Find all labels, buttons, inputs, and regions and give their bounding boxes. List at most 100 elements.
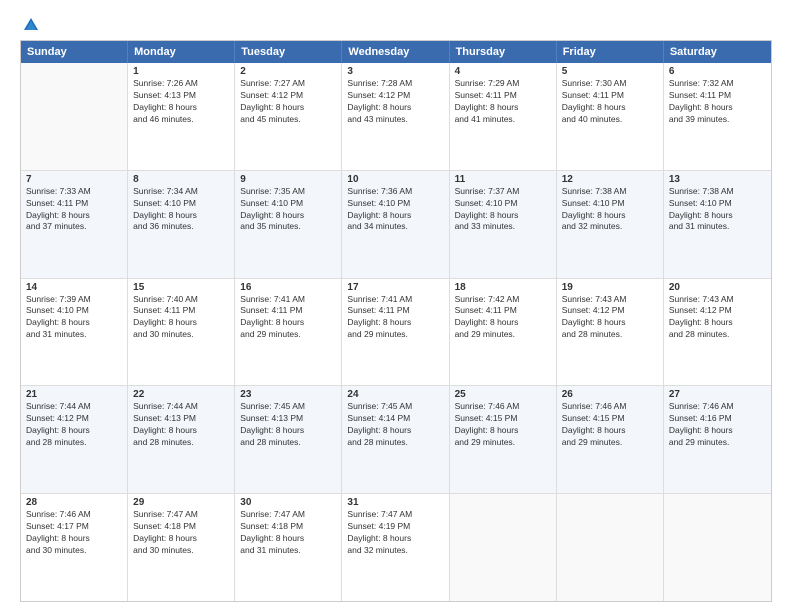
cell-info-line: Sunset: 4:10 PM <box>562 198 658 210</box>
cell-info-line: Sunrise: 7:30 AM <box>562 78 658 90</box>
day-number: 18 <box>455 282 551 293</box>
cell-info-line: Sunset: 4:13 PM <box>133 413 229 425</box>
day-number: 2 <box>240 66 336 77</box>
cal-cell: 15Sunrise: 7:40 AMSunset: 4:11 PMDayligh… <box>128 279 235 386</box>
day-number: 16 <box>240 282 336 293</box>
cell-info-line: Daylight: 8 hours <box>562 425 658 437</box>
cell-info-line: Sunrise: 7:45 AM <box>347 401 443 413</box>
cell-info-line: Sunset: 4:11 PM <box>562 90 658 102</box>
cal-week-4: 21Sunrise: 7:44 AMSunset: 4:12 PMDayligh… <box>21 386 771 494</box>
cell-info-line: Sunset: 4:15 PM <box>562 413 658 425</box>
cell-info-line: and 29 minutes. <box>669 437 766 449</box>
cell-info-line: Daylight: 8 hours <box>240 425 336 437</box>
cell-info-line: Daylight: 8 hours <box>240 210 336 222</box>
cell-info-line: Daylight: 8 hours <box>347 317 443 329</box>
day-number: 21 <box>26 389 122 400</box>
cell-info-line: Sunset: 4:15 PM <box>455 413 551 425</box>
cell-info-line: Daylight: 8 hours <box>240 317 336 329</box>
day-number: 5 <box>562 66 658 77</box>
cell-info-line: and 43 minutes. <box>347 114 443 126</box>
cell-info-line: and 29 minutes. <box>455 329 551 341</box>
cell-info-line: Sunset: 4:12 PM <box>669 305 766 317</box>
page: SundayMondayTuesdayWednesdayThursdayFrid… <box>0 0 792 612</box>
cell-info-line: Sunset: 4:10 PM <box>133 198 229 210</box>
day-number: 19 <box>562 282 658 293</box>
cell-info-line: and 41 minutes. <box>455 114 551 126</box>
day-number: 6 <box>669 66 766 77</box>
cell-info-line: and 28 minutes. <box>562 329 658 341</box>
cell-info-line: Daylight: 8 hours <box>669 425 766 437</box>
day-number: 3 <box>347 66 443 77</box>
cell-info-line: Sunrise: 7:36 AM <box>347 186 443 198</box>
cell-info-line: Daylight: 8 hours <box>455 317 551 329</box>
cell-info-line: Daylight: 8 hours <box>133 533 229 545</box>
cell-info-line: Sunset: 4:18 PM <box>133 521 229 533</box>
cal-header-friday: Friday <box>557 41 664 63</box>
cell-info-line: Sunset: 4:17 PM <box>26 521 122 533</box>
calendar-body: 1Sunrise: 7:26 AMSunset: 4:13 PMDaylight… <box>21 63 771 601</box>
cal-cell: 29Sunrise: 7:47 AMSunset: 4:18 PMDayligh… <box>128 494 235 601</box>
cell-info-line: Sunset: 4:12 PM <box>240 90 336 102</box>
cell-info-line: Sunset: 4:13 PM <box>240 413 336 425</box>
cell-info-line: Daylight: 8 hours <box>240 533 336 545</box>
cell-info-line: and 31 minutes. <box>240 545 336 557</box>
cell-info-line: Sunrise: 7:46 AM <box>26 509 122 521</box>
cell-info-line: and 46 minutes. <box>133 114 229 126</box>
cell-info-line: and 28 minutes. <box>26 437 122 449</box>
cal-cell <box>664 494 771 601</box>
cal-cell: 6Sunrise: 7:32 AMSunset: 4:11 PMDaylight… <box>664 63 771 170</box>
cell-info-line: Sunset: 4:11 PM <box>455 90 551 102</box>
cal-cell: 13Sunrise: 7:38 AMSunset: 4:10 PMDayligh… <box>664 171 771 278</box>
cal-cell: 26Sunrise: 7:46 AMSunset: 4:15 PMDayligh… <box>557 386 664 493</box>
cell-info-line: and 32 minutes. <box>562 221 658 233</box>
cell-info-line: Sunset: 4:11 PM <box>455 305 551 317</box>
cell-info-line: Sunrise: 7:45 AM <box>240 401 336 413</box>
cell-info-line: and 29 minutes. <box>455 437 551 449</box>
cell-info-line: Daylight: 8 hours <box>347 533 443 545</box>
cell-info-line: and 32 minutes. <box>347 545 443 557</box>
calendar: SundayMondayTuesdayWednesdayThursdayFrid… <box>20 40 772 602</box>
cell-info-line: and 29 minutes. <box>240 329 336 341</box>
cell-info-line: Sunrise: 7:43 AM <box>669 294 766 306</box>
cell-info-line: Sunset: 4:11 PM <box>347 305 443 317</box>
cell-info-line: Sunset: 4:10 PM <box>347 198 443 210</box>
cell-info-line: and 28 minutes. <box>240 437 336 449</box>
cell-info-line: and 45 minutes. <box>240 114 336 126</box>
day-number: 1 <box>133 66 229 77</box>
logo-icon <box>22 16 40 34</box>
logo <box>20 18 40 32</box>
cal-cell: 14Sunrise: 7:39 AMSunset: 4:10 PMDayligh… <box>21 279 128 386</box>
cal-cell: 28Sunrise: 7:46 AMSunset: 4:17 PMDayligh… <box>21 494 128 601</box>
cell-info-line: and 29 minutes. <box>562 437 658 449</box>
cell-info-line: Sunset: 4:19 PM <box>347 521 443 533</box>
day-number: 7 <box>26 174 122 185</box>
cell-info-line: Sunrise: 7:37 AM <box>455 186 551 198</box>
cell-info-line: Sunset: 4:14 PM <box>347 413 443 425</box>
cal-week-5: 28Sunrise: 7:46 AMSunset: 4:17 PMDayligh… <box>21 494 771 601</box>
cell-info-line: Sunrise: 7:26 AM <box>133 78 229 90</box>
cell-info-line: Daylight: 8 hours <box>455 425 551 437</box>
cal-week-3: 14Sunrise: 7:39 AMSunset: 4:10 PMDayligh… <box>21 279 771 387</box>
cell-info-line: and 31 minutes. <box>26 329 122 341</box>
cal-cell: 18Sunrise: 7:42 AMSunset: 4:11 PMDayligh… <box>450 279 557 386</box>
cell-info-line: Daylight: 8 hours <box>347 210 443 222</box>
cell-info-line: Daylight: 8 hours <box>26 533 122 545</box>
cell-info-line: Sunrise: 7:33 AM <box>26 186 122 198</box>
day-number: 4 <box>455 66 551 77</box>
cell-info-line: Sunset: 4:11 PM <box>133 305 229 317</box>
cell-info-line: and 33 minutes. <box>455 221 551 233</box>
cell-info-line: Sunrise: 7:47 AM <box>133 509 229 521</box>
day-number: 31 <box>347 497 443 508</box>
cell-info-line: Sunset: 4:10 PM <box>26 305 122 317</box>
cell-info-line: Sunrise: 7:46 AM <box>455 401 551 413</box>
cal-cell: 16Sunrise: 7:41 AMSunset: 4:11 PMDayligh… <box>235 279 342 386</box>
day-number: 17 <box>347 282 443 293</box>
cell-info-line: and 35 minutes. <box>240 221 336 233</box>
cell-info-line: Sunset: 4:10 PM <box>240 198 336 210</box>
cell-info-line: Sunrise: 7:41 AM <box>347 294 443 306</box>
cell-info-line: and 30 minutes. <box>26 545 122 557</box>
day-number: 23 <box>240 389 336 400</box>
day-number: 14 <box>26 282 122 293</box>
cell-info-line: Daylight: 8 hours <box>133 425 229 437</box>
day-number: 25 <box>455 389 551 400</box>
